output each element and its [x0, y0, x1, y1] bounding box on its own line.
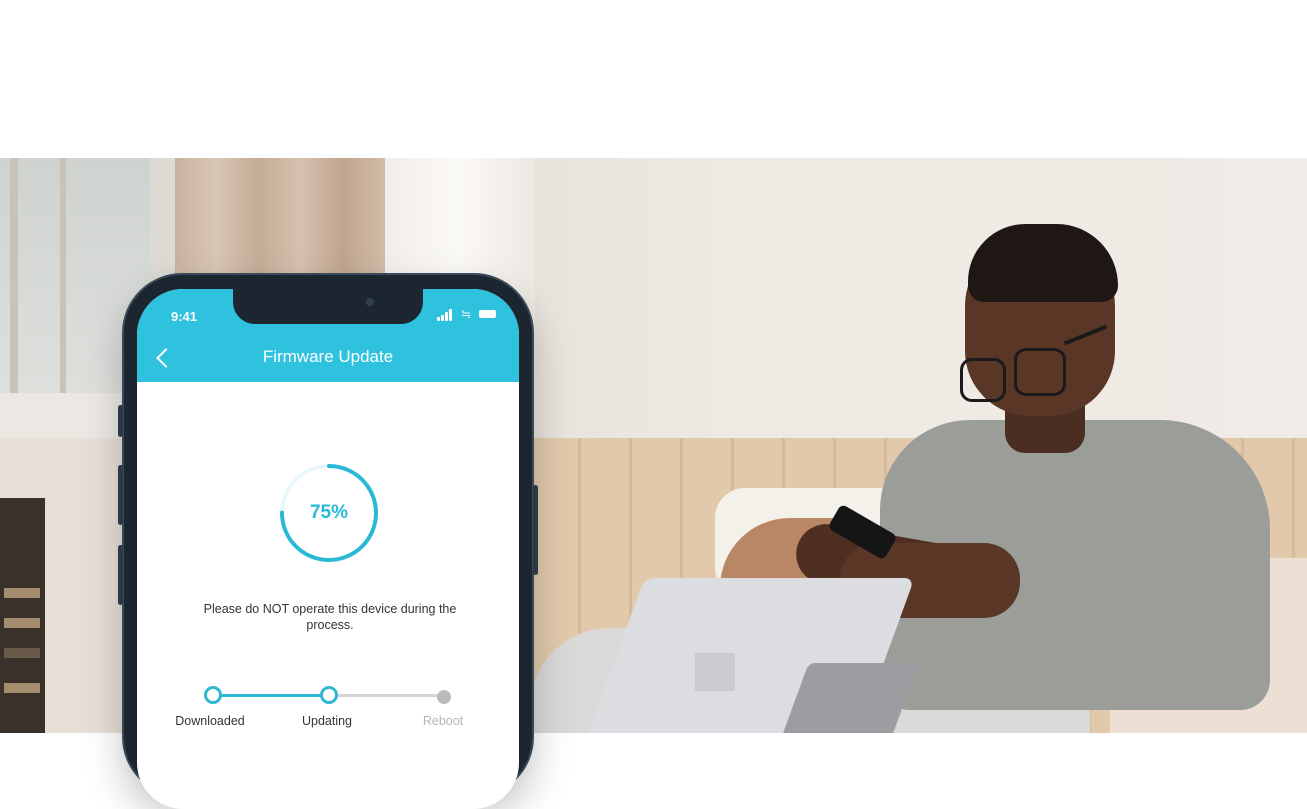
step-label-downloaded: Downloaded: [175, 714, 245, 728]
step-dot-reboot: [437, 690, 451, 704]
phone-mockup: 9:41 ≒ Firmware Update 75% Please do NOT…: [118, 275, 538, 809]
phone-volume-down: [118, 545, 123, 605]
phone-screen: 9:41 ≒ Firmware Update 75% Please do NOT…: [137, 289, 519, 809]
warning-message: Please do NOT operate this device during…: [203, 602, 457, 632]
phone-power-button: [533, 485, 538, 575]
laptop-logo: [695, 653, 735, 691]
curtain: [175, 158, 385, 288]
glasses: [960, 358, 1006, 402]
phone-side-button: [118, 405, 123, 437]
battery-icon: [479, 310, 496, 318]
progress-percent: 75%: [309, 502, 349, 523]
update-steps: Downloaded Updating Reboot: [137, 684, 519, 744]
step-dot-updating: [320, 686, 338, 704]
status-time: 9:41: [171, 309, 198, 324]
page-title: Firmware Update: [262, 347, 394, 366]
phone-volume-up: [118, 465, 123, 525]
status-icons: ≒: [437, 307, 499, 321]
camera-icon: [366, 298, 374, 306]
wifi-icon: ≒: [461, 307, 472, 321]
person-hair: [968, 224, 1118, 302]
step-connector-pending: [329, 694, 443, 697]
step-dot-downloaded: [204, 686, 222, 704]
step-label-reboot: Reboot: [422, 714, 464, 728]
phone-notch: [233, 289, 423, 324]
bookshelf: [0, 498, 45, 733]
step-label-updating: Updating: [301, 714, 353, 728]
step-connector-done: [213, 694, 329, 697]
